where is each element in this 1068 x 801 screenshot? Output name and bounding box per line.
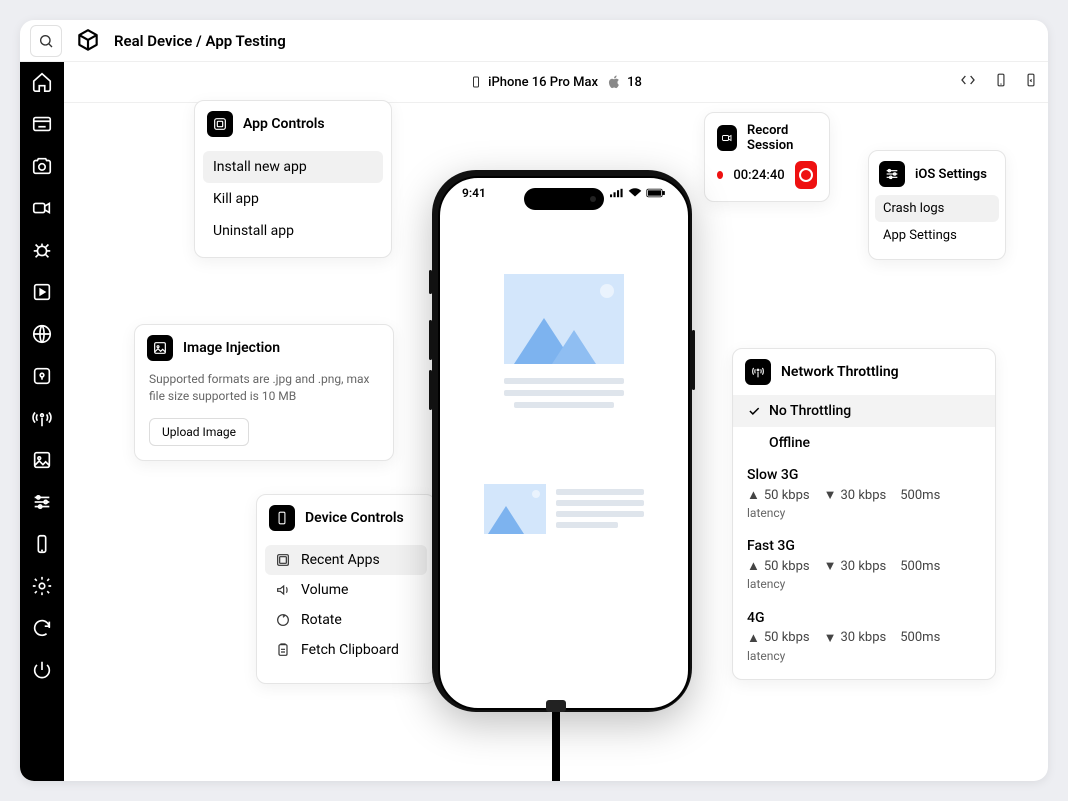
card-title: Image Injection [183, 340, 280, 356]
crash-logs[interactable]: Crash logs [875, 195, 999, 222]
recording-dot-icon [717, 171, 723, 179]
device-controls-icon [269, 505, 295, 531]
slow-3g[interactable]: Slow 3G ▲ 50 kbps ▼ 30 kbps 500ms latenc… [733, 459, 995, 530]
devtools-icon[interactable] [958, 72, 978, 92]
refresh-icon[interactable] [30, 616, 54, 640]
page-title: Real Device / App Testing [114, 32, 286, 50]
device-name[interactable]: iPhone 16 Pro Max [470, 74, 598, 90]
card-title: Record Session [747, 123, 817, 153]
record-timer: 00:24:40 [733, 168, 784, 183]
record-session-card: Record Session 00:24:40 [704, 112, 830, 202]
sliders-icon[interactable] [30, 490, 54, 514]
card-title: Network Throttling [781, 364, 899, 380]
image-injection-description: Supported formats are .jpg and .png, max… [149, 371, 379, 406]
os-version[interactable]: 18 [608, 75, 642, 90]
network-icon [745, 359, 771, 385]
phone-status-icons [610, 186, 666, 200]
content-placeholder [484, 274, 644, 414]
install-new-app[interactable]: Install new app [203, 151, 383, 183]
app-icon[interactable] [30, 112, 54, 136]
bug-icon[interactable] [30, 238, 54, 262]
device-bar: iPhone 16 Pro Max 18 [64, 62, 1048, 103]
image-injection-icon [147, 335, 173, 361]
fast-3g[interactable]: Fast 3G ▲ 50 kbps ▼ 30 kbps 500ms latenc… [733, 530, 995, 601]
rotate-device-icon[interactable] [994, 71, 1008, 93]
device-icon[interactable] [30, 532, 54, 556]
volume[interactable]: Volume [265, 575, 427, 605]
kill-app[interactable]: Kill app [203, 183, 383, 215]
card-title: App Controls [243, 116, 325, 132]
upload-image-button[interactable]: Upload Image [149, 418, 249, 446]
app-settings[interactable]: App Settings [875, 222, 999, 249]
phone-clock: 9:41 [462, 186, 486, 200]
stop-recording-button[interactable] [795, 161, 817, 189]
globe-icon[interactable] [30, 322, 54, 346]
search-button[interactable] [30, 25, 62, 57]
antenna-icon[interactable] [30, 406, 54, 430]
power-icon[interactable] [30, 658, 54, 682]
settings-icon[interactable] [30, 574, 54, 598]
location-icon[interactable] [30, 364, 54, 388]
card-title: iOS Settings [915, 167, 987, 182]
app-controls-icon [207, 111, 233, 137]
ios-settings-card: iOS Settings Crash logs App Settings [868, 150, 1006, 260]
home-icon[interactable] [30, 70, 54, 94]
status-bar: 9:41 [440, 186, 688, 200]
device-preview[interactable]: 9:41 [432, 170, 692, 712]
record-icon [717, 125, 737, 151]
app-window: Real Device / App Testing [20, 20, 1048, 781]
image-injection-card: Image Injection Supported formats are .j… [134, 324, 394, 461]
image-icon[interactable] [30, 448, 54, 472]
header-bar: Real Device / App Testing [20, 20, 1048, 62]
camera-icon[interactable] [30, 154, 54, 178]
network-throttling-card: Network Throttling No Throttling Offline… [732, 348, 996, 680]
fetch-clipboard[interactable]: Fetch Clipboard [265, 635, 427, 665]
app-controls-card: App Controls Install new app Kill app Un… [194, 100, 392, 258]
content-placeholder-2 [484, 484, 644, 534]
video-icon[interactable] [30, 196, 54, 220]
4g[interactable]: 4G ▲ 50 kbps ▼ 30 kbps 500ms latency [733, 602, 995, 673]
uninstall-app[interactable]: Uninstall app [203, 215, 383, 247]
ios-settings-icon [879, 161, 905, 187]
lock-device-icon[interactable] [1024, 71, 1038, 93]
offline[interactable]: Offline [733, 427, 995, 459]
card-title: Device Controls [305, 510, 404, 526]
recent-apps[interactable]: Recent Apps [265, 545, 427, 575]
sidebar [20, 62, 64, 781]
canvas: iPhone 16 Pro Max 18 App Contr [64, 62, 1048, 781]
brand-logo-icon [74, 27, 102, 55]
device-controls-card: Device Controls Recent Apps Volume Rotat… [256, 494, 436, 684]
cable-icon [552, 710, 560, 781]
body: iPhone 16 Pro Max 18 App Contr [20, 62, 1048, 781]
no-throttling[interactable]: No Throttling [733, 395, 995, 427]
rotate[interactable]: Rotate [265, 605, 427, 635]
play-square-icon[interactable] [30, 280, 54, 304]
